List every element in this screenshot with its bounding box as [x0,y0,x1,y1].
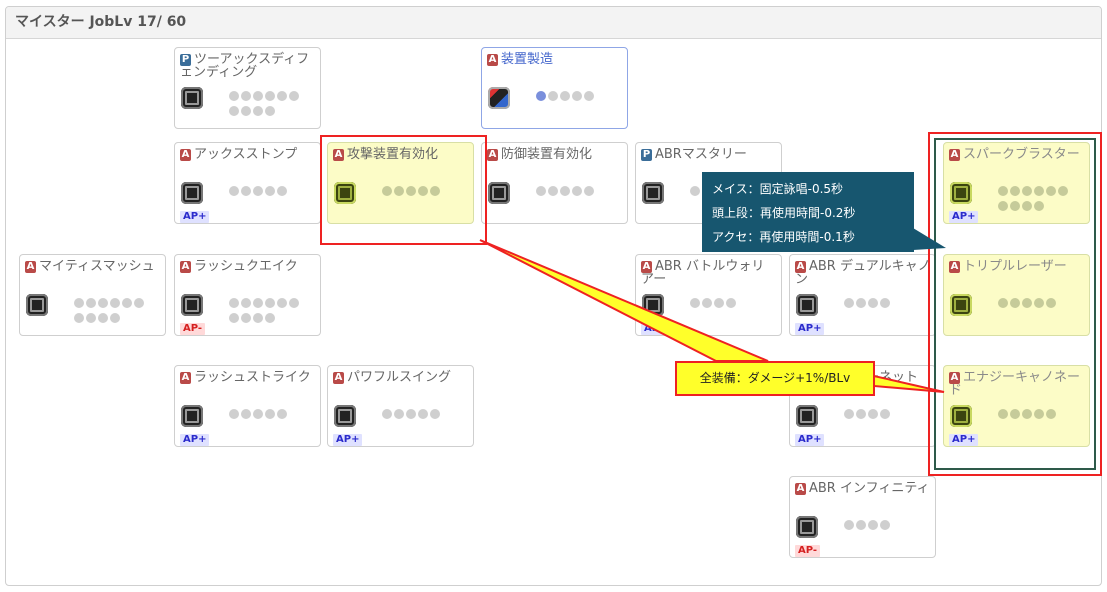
tooltip-line-accessory: アクセ：再使用時間-0.1秒 [712,230,855,244]
annotation-pointers [479,228,946,393]
damage-bonus-callout: 全装備：ダメージ+1%/BLv [675,361,875,396]
callout-pointer-energy [873,374,945,393]
tooltip-line-head: 頭上段：再使用時間-0.2秒 [712,206,856,220]
callout-pointer-attack [479,239,769,362]
tooltip-pointer [913,228,946,250]
set-bonus-tooltip: メイス：固定詠唱-0.5秒 頭上段：再使用時間-0.2秒 アクセ：再使用時間-0… [702,172,914,252]
tooltip-line-mace: メイス：固定詠唱-0.5秒 [712,182,844,196]
